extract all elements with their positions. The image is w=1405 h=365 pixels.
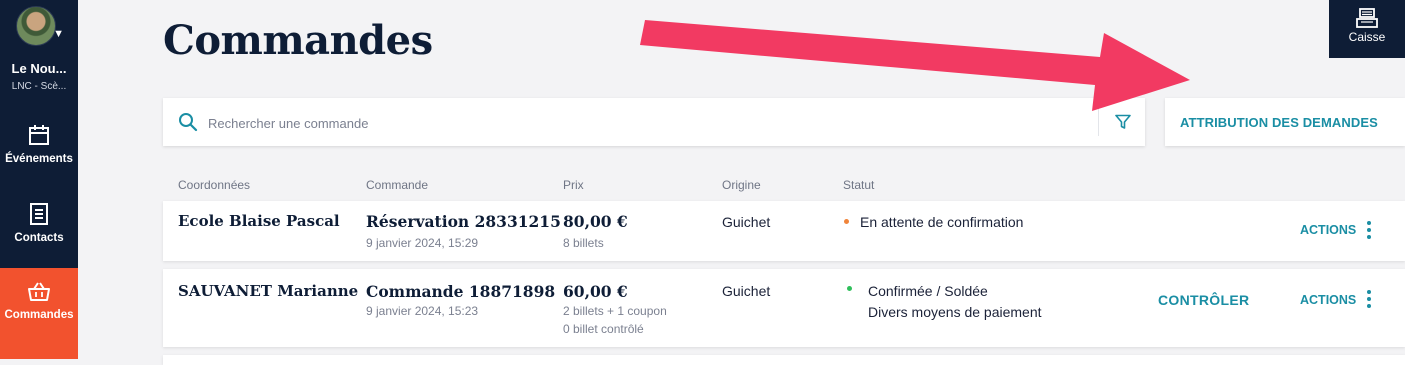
actions-button[interactable]: ACTIONS <box>1300 293 1356 307</box>
order-price: 60,00 € <box>563 282 628 301</box>
caisse-button[interactable]: Caisse <box>1329 0 1405 58</box>
table-row[interactable]: Ecole Blaise Pascal Réservation 28331215… <box>163 201 1405 261</box>
order-title[interactable]: Commande 18871898 <box>366 282 555 301</box>
user-menu[interactable]: ▼ <box>16 6 64 46</box>
controler-button[interactable]: CONTRÔLER <box>1158 292 1249 308</box>
table-row[interactable]: SAUVANET Marianne Commande 18871898 9 ja… <box>163 269 1405 347</box>
column-header-prix[interactable]: Prix <box>563 178 584 192</box>
cash-register-icon <box>1356 8 1378 28</box>
actions-button[interactable]: ACTIONS <box>1300 223 1356 237</box>
page-title: Commandes <box>163 17 433 64</box>
column-header-coordonnees[interactable]: Coordonnées <box>178 178 250 192</box>
avatar[interactable] <box>16 6 56 46</box>
caret-down-icon[interactable]: ▼ <box>53 28 64 40</box>
contact-name[interactable]: SAUVANET Marianne <box>178 282 358 300</box>
calendar-icon <box>29 125 49 145</box>
sidebar-item-contacts[interactable]: Contacts <box>0 190 78 268</box>
order-date: 9 janvier 2024, 15:29 <box>366 236 479 250</box>
basket-icon <box>28 282 50 301</box>
status-text: En attente de confirmation <box>860 214 1024 230</box>
contacts-list-icon <box>30 203 48 225</box>
search-input[interactable] <box>206 110 1090 136</box>
filter-button[interactable] <box>1111 111 1137 133</box>
caisse-label: Caisse <box>1348 30 1386 44</box>
sidebar-item-label: Événements <box>5 153 73 165</box>
more-vertical-icon[interactable] <box>1367 221 1371 242</box>
table-row[interactable] <box>163 355 1405 365</box>
sidebar: ▼ Le Nou... LNC - Scè... Événements Cont… <box>0 0 78 359</box>
sidebar-item-label: Contacts <box>14 232 64 244</box>
order-price: 80,00 € <box>563 212 628 231</box>
column-header-commande[interactable]: Commande <box>366 178 428 192</box>
sidebar-item-evenements[interactable]: Événements <box>0 112 78 190</box>
column-header-statut[interactable]: Statut <box>843 178 874 192</box>
price-detail-controlled: 0 billet contrôlé <box>563 322 644 336</box>
search-icon <box>179 113 198 132</box>
sidebar-item-commandes[interactable]: Commandes <box>0 268 78 359</box>
status-dot <box>844 219 849 224</box>
more-vertical-icon[interactable] <box>1367 290 1371 311</box>
order-origin: Guichet <box>722 214 771 230</box>
order-origin: Guichet <box>722 283 771 299</box>
order-date: 9 janvier 2024, 15:23 <box>366 304 479 318</box>
contact-name[interactable]: Ecole Blaise Pascal <box>178 212 340 230</box>
price-detail: 2 billets + 1 coupon <box>563 304 667 318</box>
filter-icon <box>1115 114 1131 129</box>
status-detail: Divers moyens de paiement <box>868 304 1042 320</box>
price-detail: 8 billets <box>563 236 604 250</box>
status-text: Confirmée / Soldée <box>868 283 988 299</box>
status-dot <box>847 286 852 291</box>
org-subtitle: LNC - Scè... <box>11 81 67 92</box>
search-box <box>163 98 1145 146</box>
divider <box>1098 108 1099 136</box>
attribution-des-demandes-button[interactable]: ATTRIBUTION DES DEMANDES <box>1165 98 1405 146</box>
order-title[interactable]: Réservation 28331215 <box>366 212 561 231</box>
org-name: Le Nou... <box>11 61 67 76</box>
column-header-origine[interactable]: Origine <box>722 178 761 192</box>
sidebar-item-label: Commandes <box>4 309 74 321</box>
